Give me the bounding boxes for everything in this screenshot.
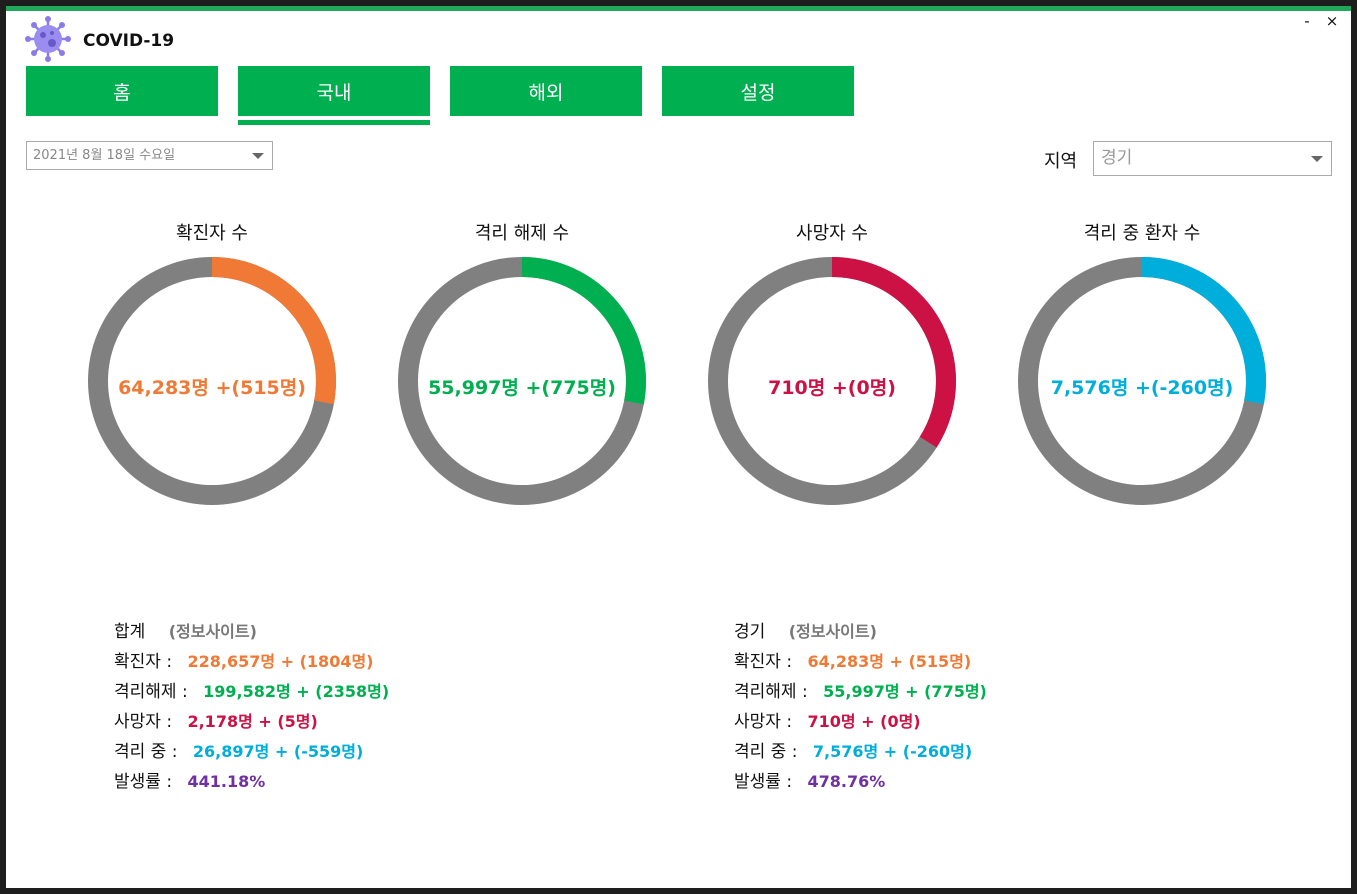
summary-row: 사망자 : 2,178명 + (5명) bbox=[114, 712, 318, 732]
summary-value: 441.18% bbox=[187, 772, 266, 791]
tab-settings[interactable]: 설정 bbox=[662, 66, 854, 116]
donut-value-released: 55,997명 +(775명) bbox=[392, 373, 652, 400]
summary-value: 7,576명 + (-260명) bbox=[812, 742, 973, 761]
chevron-down-icon bbox=[1311, 156, 1323, 162]
virus-logo-icon bbox=[25, 16, 71, 62]
region-select[interactable]: 경기 bbox=[1093, 141, 1332, 176]
summary-row: 발생률 : 478.76% bbox=[734, 772, 886, 792]
summary-value: 710명 + (0명) bbox=[807, 712, 921, 731]
delta-unit: 명) bbox=[279, 377, 306, 399]
summary-row: 격리해제 : 199,582명 + (2358명) bbox=[114, 682, 390, 702]
donut-value-deaths: 710명 +(0명) bbox=[702, 373, 962, 400]
donut-title-isolated: 격리 중 환자 수 bbox=[1083, 223, 1201, 244]
delta: +(515 bbox=[215, 377, 280, 399]
summary-value: 228,657명 + (1804명) bbox=[187, 652, 374, 671]
donut-value-confirmed: 64,283명 +(515명) bbox=[82, 373, 342, 400]
summary-region-header: 경기 (정보사이트) bbox=[734, 620, 877, 644]
region-select-value: 경기 bbox=[1101, 148, 1133, 168]
app-window: COVID-19 - × 홈 국내 해외 설정 2021년 8월 18일 수요일… bbox=[6, 6, 1351, 888]
donut-title-deaths: 사망자 수 bbox=[796, 223, 868, 244]
chevron-down-icon bbox=[252, 153, 264, 159]
delta: +(0 bbox=[831, 377, 870, 399]
minimize-button[interactable]: - bbox=[1297, 11, 1317, 31]
summary-row: 격리 중 : 7,576명 + (-260명) bbox=[734, 742, 973, 762]
summary-row: 확진자 : 64,283명 + (515명) bbox=[734, 652, 972, 672]
window-accent-bar bbox=[6, 6, 1351, 11]
donut-title-confirmed: 확진자 수 bbox=[176, 223, 248, 244]
summary-value: 2,178명 + (5명) bbox=[187, 712, 318, 731]
unit: 명 bbox=[1110, 377, 1129, 399]
unit: 명 bbox=[807, 377, 826, 399]
summary-row: 사망자 : 710명 + (0명) bbox=[734, 712, 921, 732]
summary-row: 발생률 : 441.18% bbox=[114, 772, 266, 792]
summary-value: 478.76% bbox=[807, 772, 886, 791]
tab-domestic[interactable]: 국내 bbox=[238, 66, 430, 116]
info-site-link[interactable]: (정보사이트) bbox=[789, 622, 877, 641]
summary-value: 64,283명 + (515명) bbox=[807, 652, 972, 671]
tab-overseas[interactable]: 해외 bbox=[450, 66, 642, 116]
donut-title-released: 격리 해제 수 bbox=[474, 223, 570, 244]
delta-unit: 명) bbox=[1207, 377, 1234, 399]
delta-unit: 명) bbox=[589, 377, 616, 399]
delta: +(775 bbox=[525, 377, 590, 399]
count: 64,283 bbox=[118, 377, 192, 399]
close-button[interactable]: × bbox=[1322, 11, 1342, 31]
count: 7,576 bbox=[1050, 377, 1111, 399]
summary-row: 확진자 : 228,657명 + (1804명) bbox=[114, 652, 374, 672]
summary-row: 격리해제 : 55,997명 + (775명) bbox=[734, 682, 987, 702]
count: 710 bbox=[768, 377, 808, 399]
active-tab-indicator bbox=[238, 120, 430, 125]
summary-total-header: 합계 (정보사이트) bbox=[114, 620, 257, 644]
summary-value: 26,897명 + (-559명) bbox=[192, 742, 364, 761]
tab-home[interactable]: 홈 bbox=[26, 66, 218, 116]
info-site-link[interactable]: (정보사이트) bbox=[169, 622, 257, 641]
summary-row: 격리 중 : 26,897명 + (-559명) bbox=[114, 742, 364, 762]
summary-title: 합계 bbox=[114, 622, 146, 642]
date-select-value: 2021년 8월 18일 수요일 bbox=[33, 148, 176, 163]
date-select[interactable]: 2021년 8월 18일 수요일 bbox=[26, 141, 273, 170]
unit: 명 bbox=[501, 377, 519, 399]
summary-value: 55,997명 + (775명) bbox=[823, 682, 987, 701]
summary-value: 199,582명 + (2358명) bbox=[203, 682, 390, 701]
delta-unit: 명) bbox=[869, 377, 896, 399]
donut-value-isolated: 7,576명 +(-260명) bbox=[1012, 373, 1272, 400]
app-title: COVID-19 bbox=[83, 31, 175, 51]
delta: +(-260 bbox=[1134, 377, 1208, 399]
unit: 명 bbox=[191, 377, 209, 399]
count: 55,997 bbox=[428, 377, 502, 399]
summary-title: 경기 bbox=[734, 622, 766, 642]
region-label: 지역 bbox=[1044, 151, 1078, 172]
